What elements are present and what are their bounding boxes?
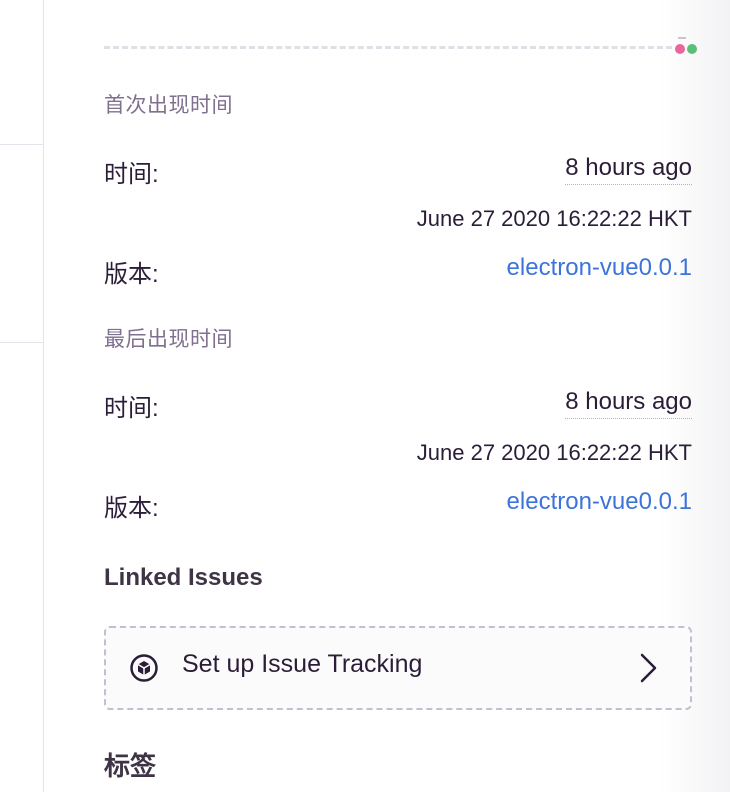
first-seen-time-relative[interactable]: 8 hours ago (565, 154, 692, 185)
first-seen-version-link[interactable]: electron-vue0.0.1 (507, 254, 692, 282)
setup-issue-tracking-label: Set up Issue Tracking (182, 650, 423, 678)
left-panel-divider (0, 144, 43, 145)
last-seen-time-absolute: June 27 2020 16:22:22 HKT (416, 440, 692, 465)
first-seen-version-label: 版本: (104, 261, 159, 288)
last-seen-version-label: 版本: (104, 495, 159, 522)
left-panel-edge (0, 0, 44, 792)
first-seen-heading: 首次出现时间 (104, 94, 233, 117)
first-seen-time-label: 时间: (104, 161, 159, 188)
left-panel-divider (0, 342, 43, 343)
last-seen-heading: 最后出现时间 (104, 328, 233, 351)
timeline-caret-icon (678, 37, 686, 39)
cube-icon (130, 654, 158, 682)
last-seen-version-link[interactable]: electron-vue0.0.1 (507, 488, 692, 516)
timeline-last-seen-dot[interactable] (687, 44, 697, 54)
last-seen-time-relative[interactable]: 8 hours ago (565, 388, 692, 419)
event-timeline-line (104, 46, 672, 49)
tags-heading: 标签 (104, 751, 157, 781)
issue-sidebar: 首次出现时间 时间: 8 hours ago June 27 2020 16:2… (104, 0, 697, 792)
first-seen-time-absolute: June 27 2020 16:22:22 HKT (416, 206, 692, 231)
setup-issue-tracking-button[interactable]: Set up Issue Tracking (104, 626, 692, 710)
timeline-first-seen-dot[interactable] (675, 44, 685, 54)
last-seen-time-label: 时间: (104, 395, 159, 422)
chevron-right-icon (640, 653, 657, 683)
linked-issues-heading: Linked Issues (104, 564, 263, 591)
